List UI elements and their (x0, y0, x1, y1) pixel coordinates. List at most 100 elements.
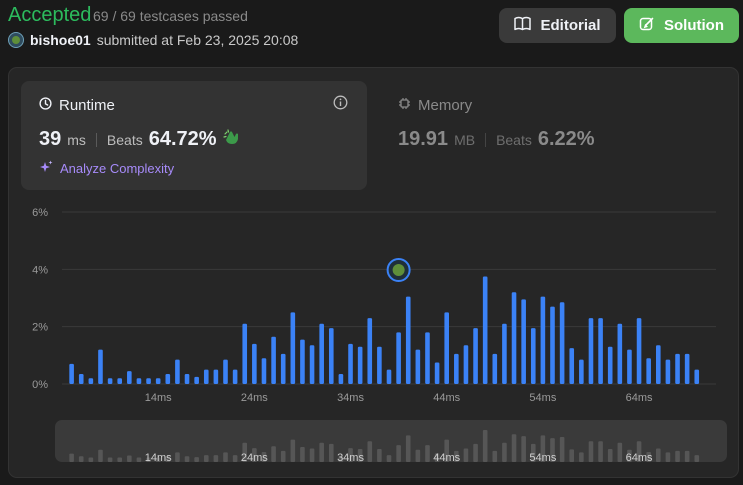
runtime-bar[interactable] (598, 318, 603, 384)
overview-bar (136, 457, 142, 462)
overview-bar (665, 452, 671, 462)
runtime-bar[interactable] (684, 353, 690, 384)
overview-bar (675, 450, 680, 462)
runtime-bar[interactable] (155, 378, 161, 384)
runtime-bar[interactable] (319, 323, 324, 384)
overview-bar (694, 455, 700, 462)
runtime-bar[interactable] (194, 376, 199, 384)
runtime-bar[interactable] (377, 346, 382, 384)
overview-bar (107, 457, 113, 462)
runtime-bar[interactable] (213, 369, 219, 384)
runtime-bar[interactable] (98, 349, 103, 384)
runtime-bar[interactable] (434, 362, 440, 385)
runtime-bar[interactable] (261, 358, 267, 384)
overview-x-label: 34ms (337, 452, 364, 464)
runtime-bar[interactable] (252, 343, 257, 384)
runtime-bar[interactable] (242, 323, 248, 384)
runtime-bar[interactable] (280, 353, 286, 384)
runtime-bar[interactable] (78, 373, 84, 384)
runtime-bar[interactable] (367, 318, 373, 384)
overview-bar (396, 445, 401, 462)
overview-bar (415, 449, 421, 462)
runtime-bar[interactable] (511, 292, 517, 384)
overview-bar (492, 450, 498, 462)
overview-bar (309, 448, 315, 462)
runtime-bar[interactable] (127, 371, 132, 384)
y-tick-label: 6% (32, 207, 48, 219)
overview-bar (598, 441, 603, 462)
runtime-bar[interactable] (675, 353, 680, 384)
runtime-bar[interactable] (530, 328, 536, 384)
overview-bar (511, 434, 517, 462)
overview-bar (223, 452, 228, 462)
runtime-bar[interactable] (348, 343, 353, 384)
runtime-bar[interactable] (117, 378, 123, 384)
runtime-bar[interactable] (357, 346, 363, 384)
overview-bar (405, 435, 411, 462)
runtime-bar[interactable] (579, 359, 584, 384)
runtime-bar[interactable] (136, 378, 142, 384)
runtime-bar[interactable] (588, 318, 594, 384)
runtime-bar[interactable] (396, 332, 401, 384)
runtime-bar[interactable] (146, 378, 151, 384)
overview-bar (684, 450, 690, 462)
overview-bar (377, 448, 382, 462)
overview-x-label: 44ms (433, 452, 460, 464)
runtime-bar[interactable] (617, 323, 623, 384)
runtime-bar[interactable] (646, 358, 651, 384)
overview-bar (271, 446, 276, 462)
overview-bar (521, 436, 526, 462)
runtime-bar[interactable] (502, 323, 507, 384)
runtime-bar[interactable] (521, 299, 526, 384)
runtime-distribution-chart[interactable]: 6% 4% 2% 0% 14ms 24ms 34ms 44ms 54ms 64ms 14ms 24ms… (0, 0, 743, 485)
x-tick-label: 44ms (433, 392, 460, 404)
runtime-bar[interactable] (405, 296, 411, 384)
runtime-bar[interactable] (607, 346, 613, 384)
overview-bar (655, 448, 661, 462)
runtime-bar[interactable] (627, 349, 632, 384)
runtime-bar[interactable] (694, 369, 700, 384)
runtime-bar[interactable] (415, 349, 421, 384)
runtime-bar[interactable] (232, 369, 238, 384)
runtime-bar[interactable] (290, 312, 296, 384)
runtime-bar[interactable] (473, 328, 478, 384)
runtime-bar[interactable] (482, 276, 488, 385)
overview-bar (588, 441, 594, 462)
runtime-bar[interactable] (328, 328, 334, 384)
runtime-bar[interactable] (655, 345, 661, 384)
runtime-bar[interactable] (338, 373, 344, 384)
y-tick-label: 2% (32, 322, 48, 334)
overview-bar (502, 442, 507, 462)
runtime-bar[interactable] (107, 378, 113, 384)
runtime-bar[interactable] (665, 359, 671, 384)
overview-bar (579, 452, 584, 462)
runtime-bar[interactable] (444, 312, 450, 384)
runtime-bar[interactable] (569, 348, 575, 384)
runtime-bar[interactable] (309, 345, 315, 384)
runtime-bar[interactable] (165, 373, 171, 384)
runtime-bar[interactable] (271, 336, 276, 384)
runtime-bar[interactable] (463, 345, 469, 384)
overview-x-label: 14ms (145, 452, 172, 464)
overview-x-label: 64ms (626, 452, 653, 464)
runtime-bar[interactable] (203, 369, 209, 384)
runtime-bar[interactable] (636, 318, 642, 384)
runtime-bar[interactable] (454, 353, 459, 384)
user-marker-avatar (392, 264, 405, 276)
runtime-bar[interactable] (550, 306, 555, 384)
runtime-bar[interactable] (425, 332, 430, 384)
runtime-bar[interactable] (386, 369, 392, 384)
runtime-bar[interactable] (492, 353, 498, 384)
overview-bar (117, 457, 123, 462)
runtime-bar[interactable] (559, 302, 565, 384)
runtime-bar[interactable] (223, 359, 228, 384)
runtime-bar[interactable] (69, 363, 74, 384)
runtime-bar[interactable] (88, 378, 94, 384)
runtime-bar[interactable] (175, 359, 180, 384)
overview-bar (290, 439, 296, 462)
overview-bar (367, 441, 373, 462)
runtime-bar[interactable] (300, 339, 305, 384)
runtime-bar[interactable] (540, 296, 546, 384)
x-tick-label: 54ms (529, 392, 556, 404)
runtime-bar[interactable] (184, 373, 190, 384)
